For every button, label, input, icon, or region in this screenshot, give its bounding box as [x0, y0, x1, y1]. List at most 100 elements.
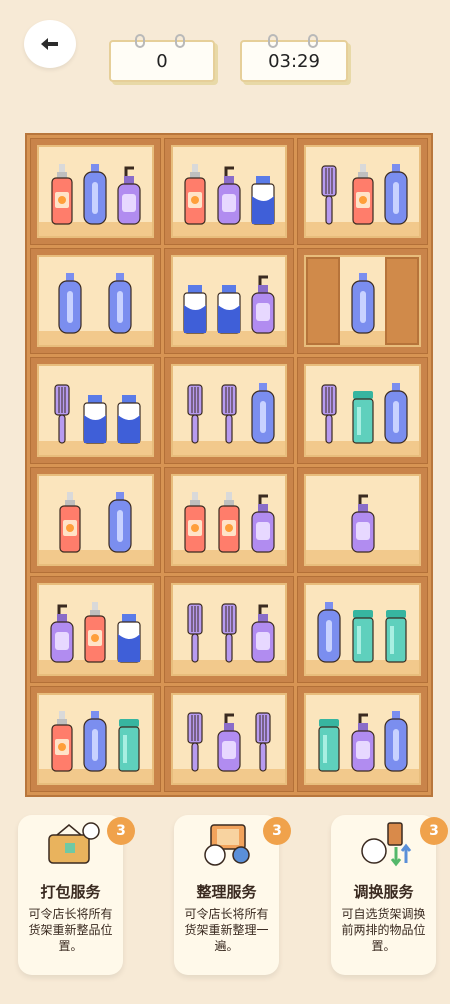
shelf-items: [173, 694, 286, 773]
milk-carton-icon[interactable]: [250, 162, 276, 226]
binder-ring-icon: [268, 34, 278, 48]
pump-bottle-icon[interactable]: [49, 600, 75, 664]
shuffle-icon: [203, 824, 250, 866]
shelf-cell[interactable]: [297, 138, 428, 245]
powerup-title: 调换服务: [353, 883, 414, 901]
powerup-title: 整理服务: [196, 883, 257, 901]
shampoo-icon[interactable]: [107, 490, 133, 554]
powerup-count-badge: 3: [420, 817, 448, 845]
score-counter: 0: [109, 34, 215, 82]
shelf-cell[interactable]: [297, 576, 428, 683]
shelf-cell[interactable]: [297, 357, 428, 464]
powerup-description: 可令店长将所有货架重新整品位置。: [28, 907, 113, 953]
comb-icon[interactable]: [182, 381, 208, 445]
shampoo-icon[interactable]: [383, 381, 409, 445]
shampoo-icon[interactable]: [383, 709, 409, 773]
shelf-cell[interactable]: [297, 685, 428, 792]
shelf-cell[interactable]: [30, 247, 161, 354]
comb-icon[interactable]: [49, 381, 75, 445]
spray-bottle-icon[interactable]: [216, 490, 242, 554]
powerup-shuffle-button[interactable]: 3 整理服务 可令店长将所有货架重新整理一遍。: [174, 815, 291, 975]
spray-bottle-icon[interactable]: [182, 490, 208, 554]
powerup-description: 可自选货架调换前两排的物品位置。: [341, 907, 426, 953]
powerup-count-badge: 3: [107, 817, 135, 845]
shampoo-icon[interactable]: [250, 381, 276, 445]
tube-jar-icon[interactable]: [116, 709, 142, 773]
comb-icon[interactable]: [182, 600, 208, 664]
comb-icon[interactable]: [182, 709, 208, 773]
shampoo-icon[interactable]: [316, 600, 342, 664]
pump-bottle-icon[interactable]: [350, 709, 376, 773]
shelf-cell[interactable]: [30, 576, 161, 683]
milk-carton-icon[interactable]: [82, 381, 108, 445]
pump-bottle-icon[interactable]: [250, 600, 276, 664]
shelf-interior: [304, 254, 421, 347]
shelf-cell[interactable]: [163, 685, 295, 792]
shelf-items: [39, 366, 152, 445]
pump-bottle-icon[interactable]: [216, 162, 242, 226]
spray-bottle-icon[interactable]: [49, 709, 75, 773]
shelf-cell[interactable]: [30, 685, 161, 792]
comb-icon[interactable]: [216, 381, 242, 445]
swap-icon: [360, 822, 411, 867]
spray-bottle-icon[interactable]: [182, 162, 208, 226]
shelf-items: [39, 585, 152, 664]
pump-bottle-icon[interactable]: [350, 490, 376, 554]
shelf-cell[interactable]: [163, 576, 295, 683]
comb-icon[interactable]: [250, 709, 276, 773]
comb-icon[interactable]: [216, 600, 242, 664]
cabinet-doors: [306, 256, 419, 345]
milk-carton-icon[interactable]: [216, 271, 242, 335]
shelf-interior: [304, 692, 421, 785]
timer-value: 03:29: [268, 50, 320, 72]
milk-carton-icon[interactable]: [116, 381, 142, 445]
shelf-interior: [170, 364, 288, 457]
comb-icon[interactable]: [316, 162, 342, 226]
pump-bottle-icon[interactable]: [250, 271, 276, 335]
back-button[interactable]: [24, 20, 76, 68]
cabinet-door-right: [385, 256, 419, 345]
shelf-cell[interactable]: [297, 247, 428, 354]
shelf-interior: [37, 364, 154, 457]
shelf-interior: [170, 583, 288, 676]
spray-bottle-icon[interactable]: [49, 162, 75, 226]
shelf-cell[interactable]: [30, 466, 161, 573]
tube-jar-icon[interactable]: [350, 381, 376, 445]
shampoo-icon[interactable]: [57, 271, 83, 335]
shelf-cell[interactable]: [163, 138, 295, 245]
shelf-cell[interactable]: [30, 138, 161, 245]
shelf-cell[interactable]: [163, 247, 295, 354]
shampoo-icon[interactable]: [107, 271, 133, 335]
pump-bottle-icon[interactable]: [250, 490, 276, 554]
powerup-count-badge: 3: [263, 817, 291, 845]
shelf-items: [39, 694, 152, 773]
shelf-interior: [37, 254, 154, 347]
comb-icon[interactable]: [316, 381, 342, 445]
milk-carton-icon[interactable]: [116, 600, 142, 664]
shelf-items: [173, 147, 286, 226]
shelf-items: [173, 256, 286, 335]
shelf-cell[interactable]: [163, 357, 295, 464]
powerup-swap-button[interactable]: 3 调换服务 可自选货架调换前两排的物品位置。: [331, 815, 448, 975]
shelf-cell[interactable]: [297, 466, 428, 573]
tube-jar-icon[interactable]: [383, 600, 409, 664]
shampoo-icon[interactable]: [82, 709, 108, 773]
binder-ring-icon: [308, 34, 318, 48]
spray-bottle-icon[interactable]: [57, 490, 83, 554]
shelf-interior: [304, 145, 421, 238]
shelf-cell[interactable]: [30, 357, 161, 464]
pump-bottle-icon[interactable]: [216, 709, 242, 773]
shampoo-icon[interactable]: [82, 162, 108, 226]
milk-carton-icon[interactable]: [182, 271, 208, 335]
shampoo-icon[interactable]: [383, 162, 409, 226]
cabinet-door-left: [306, 256, 341, 345]
spray-bottle-icon[interactable]: [350, 162, 376, 226]
shelf-interior: [37, 473, 154, 566]
arrow-left-icon: [41, 38, 58, 50]
pump-bottle-icon[interactable]: [116, 162, 142, 226]
spray-bottle-icon[interactable]: [82, 600, 108, 664]
shelf-cell[interactable]: [163, 466, 295, 573]
tube-jar-icon[interactable]: [350, 600, 376, 664]
tube-jar-icon[interactable]: [316, 709, 342, 773]
powerup-package-button[interactable]: 3 打包服务 可令店长将所有货架重新整品位置。: [18, 815, 135, 975]
